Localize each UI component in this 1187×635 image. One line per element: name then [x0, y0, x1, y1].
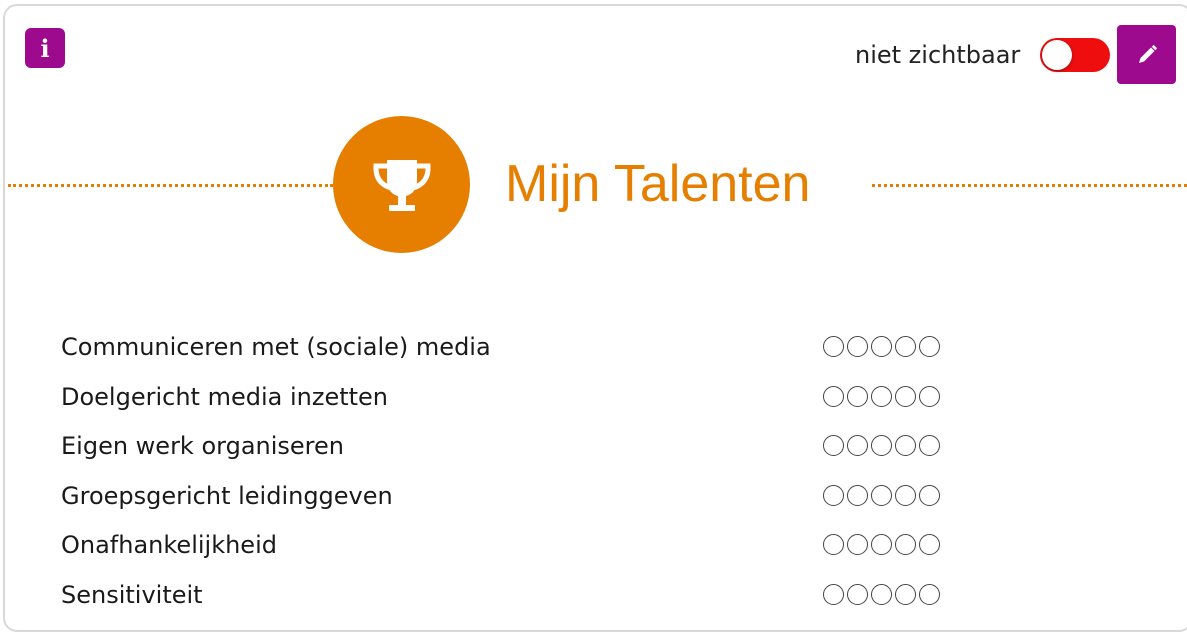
talent-row: Groepsgericht leidinggeven — [61, 472, 961, 522]
visibility-toggle[interactable] — [1040, 38, 1110, 72]
rating-circle[interactable] — [823, 435, 844, 456]
trophy-icon — [372, 159, 431, 211]
rating-circle[interactable] — [823, 385, 844, 407]
rating-circle[interactable] — [847, 435, 868, 456]
talent-rating — [823, 336, 940, 357]
talent-row: Onafhankelijkheid — [61, 521, 961, 571]
talent-row: Eigen werk organiseren — [61, 422, 961, 472]
talent-row: Doelgericht media inzetten — [61, 373, 961, 423]
talent-name: Eigen werk organiseren — [61, 432, 344, 460]
section-icon-circle — [333, 116, 470, 253]
rating-circle[interactable] — [847, 534, 868, 555]
rating-circle[interactable] — [919, 435, 940, 456]
toggle-knob — [1042, 40, 1072, 70]
talent-rating — [823, 534, 940, 555]
talent-rating — [823, 385, 940, 407]
rating-circle[interactable] — [919, 336, 940, 357]
rating-circle[interactable] — [823, 484, 844, 506]
rating-circle[interactable] — [823, 336, 844, 357]
rating-circle[interactable] — [895, 534, 916, 555]
rating-circle[interactable] — [823, 534, 844, 555]
rating-circle[interactable] — [895, 385, 916, 407]
talent-name: Doelgericht media inzetten — [61, 382, 388, 411]
talent-row: Sensitiviteit — [61, 571, 961, 621]
rating-circle[interactable] — [919, 484, 940, 506]
rating-circle[interactable] — [871, 484, 892, 506]
rating-circle[interactable] — [871, 534, 892, 555]
rating-circle[interactable] — [847, 484, 868, 506]
talent-name: Groepsgericht leidinggeven — [61, 481, 393, 510]
rating-circle[interactable] — [895, 583, 916, 605]
rating-circle[interactable] — [847, 583, 868, 605]
info-button[interactable]: i — [25, 28, 65, 68]
rating-circle[interactable] — [847, 336, 868, 357]
divider-left — [8, 184, 333, 187]
rating-circle[interactable] — [895, 435, 916, 456]
rating-circle[interactable] — [871, 385, 892, 407]
rating-circle[interactable] — [919, 534, 940, 555]
pencil-icon — [1138, 44, 1157, 63]
talent-name: Onafhankelijkheid — [61, 531, 277, 559]
rating-circle[interactable] — [871, 336, 892, 357]
talent-row: Communiceren met (sociale) media — [61, 323, 961, 373]
rating-circle[interactable] — [919, 385, 940, 407]
section-title: Mijn Talenten — [505, 155, 811, 213]
divider-right — [872, 184, 1187, 187]
rating-circle[interactable] — [847, 385, 868, 407]
edit-button[interactable] — [1117, 25, 1176, 84]
talent-rating — [823, 583, 940, 605]
talent-name: Communiceren met (sociale) media — [61, 333, 491, 361]
rating-circle[interactable] — [871, 583, 892, 605]
info-icon: i — [40, 33, 50, 63]
visibility-setting: niet zichtbaar — [855, 38, 1020, 72]
rating-circle[interactable] — [823, 583, 844, 605]
rating-circle[interactable] — [871, 435, 892, 456]
rating-circle[interactable] — [895, 336, 916, 357]
talent-name: Sensitiviteit — [61, 580, 203, 609]
rating-circle[interactable] — [895, 484, 916, 506]
rating-circle[interactable] — [919, 583, 940, 605]
visibility-label: niet zichtbaar — [855, 41, 1021, 69]
talent-list: Communiceren met (sociale) media Doelgeri… — [61, 323, 961, 620]
talent-rating — [823, 484, 940, 506]
talent-rating — [823, 435, 940, 456]
